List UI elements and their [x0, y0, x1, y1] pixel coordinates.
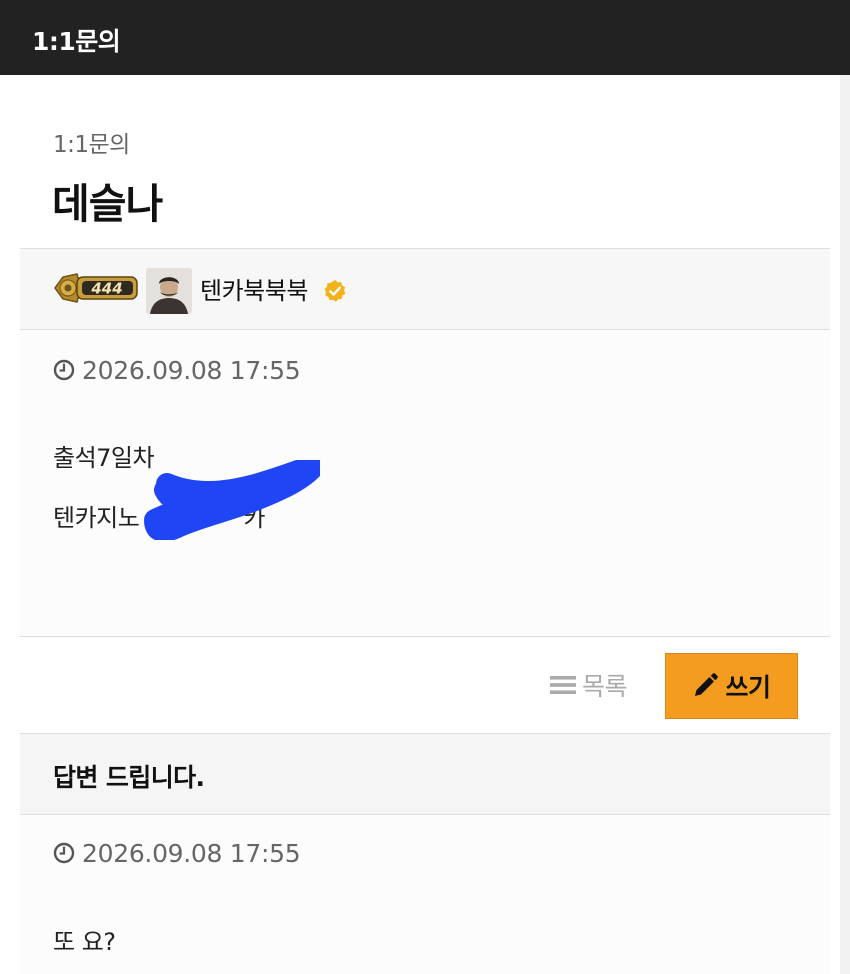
clock-icon [53, 842, 75, 864]
level-badge-icon: 444 [54, 273, 138, 303]
post-date: 2026.09.08 17:55 [82, 356, 301, 385]
avatar-photo [146, 268, 192, 314]
level-number: 444 [90, 280, 122, 298]
post-body: 2026.09.08 17:55 출석7일차 텐카지노 카 [20, 330, 830, 636]
write-button[interactable]: 쓰기 [665, 653, 798, 719]
header-title: 1:1문의 [32, 27, 121, 56]
board-label: 1:1문의 [53, 132, 130, 158]
author-name[interactable]: 텐카북북북 [200, 271, 308, 306]
answer-body: 2026.09.08 17:55 또 요? [20, 815, 830, 974]
post-view: 1:1문의 데슬나 444 텐카북북북 2026.09.08 17:55 출석7… [20, 75, 830, 974]
post-body-text: 텐카지노 [53, 504, 140, 532]
list-button-label: 목록 [582, 672, 628, 701]
redaction-scribble [144, 460, 320, 540]
list-icon [550, 676, 576, 694]
author-bar: 444 텐카북북북 [20, 248, 830, 330]
pencil-icon [695, 673, 719, 696]
page-scroll-gutter [840, 75, 850, 974]
author-avatar[interactable] [146, 268, 192, 314]
verified-badge-icon [324, 280, 346, 302]
post-actions: 목록 쓰기 [20, 636, 830, 734]
clock-icon [53, 359, 75, 381]
answer-header: 답변 드립니다. [20, 734, 830, 815]
app-header: 1:1문의 [0, 0, 850, 75]
answer-date: 2026.09.08 17:55 [82, 839, 301, 868]
answer-text: 또 요? [53, 928, 116, 956]
write-button-label: 쓰기 [725, 673, 771, 702]
list-button[interactable]: 목록 [550, 667, 628, 703]
answer-title: 답변 드립니다. [53, 763, 205, 792]
post-title: 데슬나 [52, 180, 163, 228]
